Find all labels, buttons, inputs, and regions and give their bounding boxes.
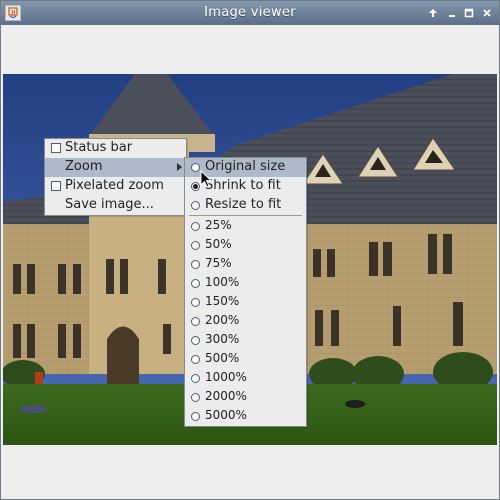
radio-icon (191, 222, 200, 231)
zoom-option-label: 25% (205, 218, 232, 232)
zoom-500[interactable]: 500% (185, 350, 306, 369)
context-menu: Status bar Zoom Pixelated zoom Save imag… (44, 138, 187, 216)
radio-icon (191, 412, 200, 421)
radio-icon (191, 201, 200, 210)
zoom-1000[interactable]: 1000% (185, 369, 306, 388)
minimize-icon[interactable] (444, 5, 460, 21)
zoom-option-label: Shrink to fit (205, 178, 281, 193)
zoom-300[interactable]: 300% (185, 331, 306, 350)
menu-item-label: Zoom (65, 159, 103, 174)
zoom-option-label: 50% (205, 237, 232, 251)
submenu-arrow-icon (177, 163, 182, 171)
zoom-option-label: 300% (205, 332, 240, 346)
zoom-50[interactable]: 50% (185, 236, 306, 255)
menu-item-status-bar[interactable]: Status bar (45, 139, 186, 158)
menu-item-label: Pixelated zoom (65, 178, 164, 193)
radio-selected-icon (191, 182, 200, 191)
pin-icon[interactable] (425, 5, 441, 21)
zoom-option-label: 200% (205, 313, 240, 327)
zoom-100[interactable]: 100% (185, 274, 306, 293)
zoom-option-label: 150% (205, 294, 240, 308)
radio-icon (191, 298, 200, 307)
menu-divider (189, 215, 302, 216)
pixelated-zoom-checkbox[interactable] (51, 181, 61, 191)
radio-icon (191, 317, 200, 326)
radio-icon (191, 355, 200, 364)
radio-icon (191, 279, 200, 288)
zoom-150[interactable]: 150% (185, 293, 306, 312)
zoom-option-label: 1000% (205, 370, 247, 384)
radio-icon (191, 374, 200, 383)
menu-item-label: Status bar (65, 140, 133, 155)
title-bar[interactable]: Image viewer (1, 1, 499, 25)
viewer-background-top (1, 25, 499, 74)
zoom-75[interactable]: 75% (185, 255, 306, 274)
zoom-200[interactable]: 200% (185, 312, 306, 331)
zoom-option-label: 5000% (205, 408, 247, 422)
zoom-option-label: 75% (205, 256, 232, 270)
mouse-cursor-icon (200, 169, 214, 188)
radio-icon (191, 163, 200, 172)
image-viewer-window: Image viewer Status bar Zoom Pixelated z… (0, 0, 500, 500)
zoom-2000[interactable]: 2000% (185, 388, 306, 407)
zoom-25[interactable]: 25% (185, 217, 306, 236)
zoom-option-label: 100% (205, 275, 240, 289)
zoom-option-label: 2000% (205, 389, 247, 403)
menu-item-save-image[interactable]: Save image... (45, 196, 186, 215)
zoom-resize-to-fit[interactable]: Resize to fit (185, 196, 306, 215)
radio-icon (191, 393, 200, 402)
zoom-option-label: Original size (205, 159, 286, 174)
viewer-background-bottom (1, 445, 499, 499)
radio-icon (191, 241, 200, 250)
radio-icon (191, 336, 200, 345)
menu-item-pixelated-zoom[interactable]: Pixelated zoom (45, 177, 186, 196)
zoom-option-label: 500% (205, 351, 240, 365)
status-bar-checkbox[interactable] (51, 143, 61, 153)
zoom-submenu: Original size Shrink to fit Resize to fi… (184, 157, 307, 427)
zoom-5000[interactable]: 5000% (185, 407, 306, 426)
maximize-icon[interactable] (461, 5, 477, 21)
menu-item-label: Save image... (65, 197, 154, 212)
radio-icon (191, 260, 200, 269)
menu-item-zoom[interactable]: Zoom (45, 158, 186, 177)
zoom-option-label: Resize to fit (205, 197, 282, 212)
close-icon[interactable] (479, 5, 495, 21)
